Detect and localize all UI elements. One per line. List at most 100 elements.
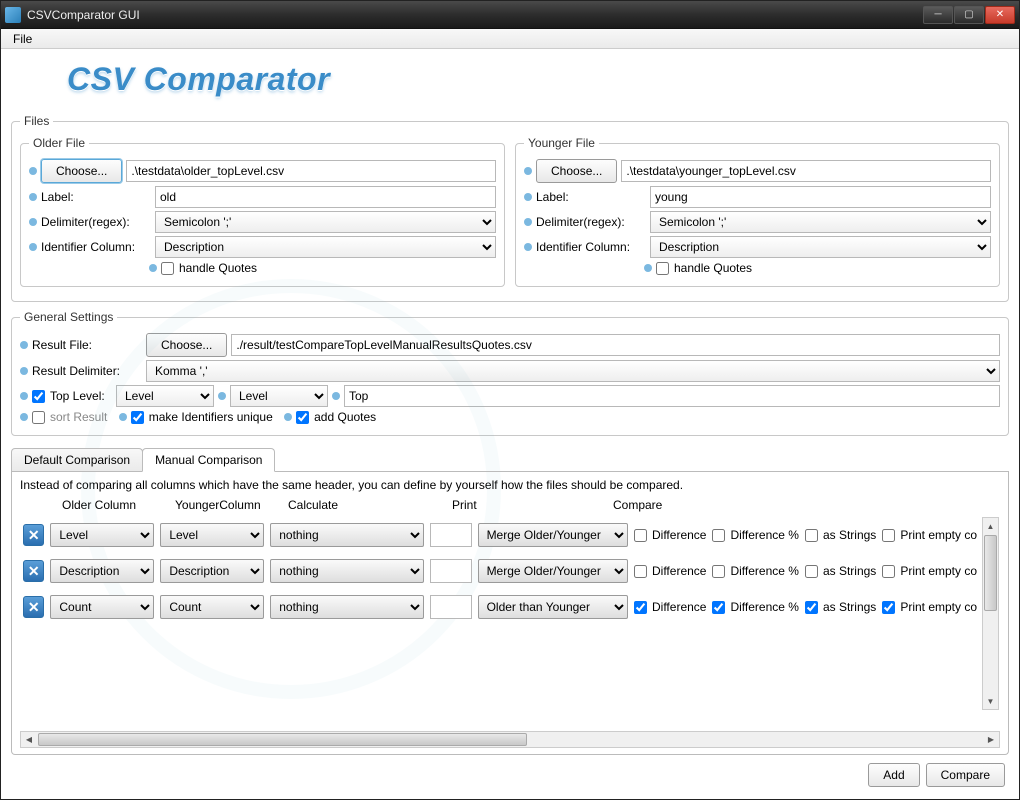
sort-result-label[interactable]: sort Result [32,410,107,424]
difference-checkbox[interactable] [634,565,647,578]
calculate-select[interactable]: nothing [270,595,423,619]
tab-default-comparison[interactable]: Default Comparison [11,448,143,471]
younger-path-input[interactable] [621,160,991,182]
print-empty-label[interactable]: Print empty co [882,528,977,542]
as-strings-checkbox[interactable] [805,601,818,614]
older-choose-button[interactable]: Choose... [41,159,122,183]
print-empty-checkbox[interactable] [882,529,895,542]
print-empty-label[interactable]: Print empty co [882,600,977,614]
older-delim-lbl: Delimiter(regex): [41,215,151,229]
files-legend: Files [20,114,53,128]
difference-pct-label[interactable]: Difference % [712,564,798,578]
difference-pct-label[interactable]: Difference % [712,600,798,614]
print-empty-label[interactable]: Print empty co [882,564,977,578]
minimize-button[interactable]: ─ [923,6,953,24]
older-column-select[interactable]: Description [50,559,154,583]
older-column-select[interactable]: Level [50,523,154,547]
scroll-right-icon[interactable]: ▶ [983,732,999,747]
difference-pct-label[interactable]: Difference % [712,528,798,542]
toplevel-text-input[interactable] [344,385,1000,407]
calculate-extra-input[interactable] [430,523,472,547]
add-quotes-label[interactable]: add Quotes [296,410,376,424]
toplevel-select-1[interactable]: Level [116,385,214,407]
sort-result-checkbox[interactable] [32,411,45,424]
info-icon [29,243,37,251]
difference-label[interactable]: Difference [634,564,706,578]
scroll-up-icon[interactable]: ▲ [983,518,998,534]
info-icon [149,264,157,272]
print-select[interactable]: Merge Older/Younger [478,523,628,547]
delete-row-button[interactable]: ✕ [23,596,44,618]
horizontal-scrollbar[interactable]: ◀ ▶ [20,731,1000,748]
toplevel-select-2[interactable]: Level [230,385,328,407]
scroll-down-icon[interactable]: ▼ [983,693,998,709]
difference-checkbox[interactable] [634,601,647,614]
print-select[interactable]: Merge Older/Younger [478,559,628,583]
as-strings-checkbox[interactable] [805,565,818,578]
calculate-extra-input[interactable] [430,595,472,619]
info-icon [218,392,226,400]
close-button[interactable]: ✕ [985,6,1015,24]
older-handle-quotes-label[interactable]: handle Quotes [161,261,257,275]
print-empty-checkbox[interactable] [882,601,895,614]
older-handle-quotes-checkbox[interactable] [161,262,174,275]
result-delim-lbl: Result Delimiter: [32,364,142,378]
delete-row-button[interactable]: ✕ [23,560,44,582]
younger-choose-button[interactable]: Choose... [536,159,617,183]
menu-file[interactable]: File [7,30,38,48]
older-path-input[interactable] [126,160,496,182]
younger-delimiter-select[interactable]: Semicolon ';' [650,211,991,233]
older-label-input[interactable] [155,186,496,208]
younger-column-select[interactable]: Description [160,559,264,583]
manual-comparison-panel: Instead of comparing all columns which h… [11,472,1009,755]
make-unique-checkbox[interactable] [131,411,144,424]
maximize-button[interactable]: ▢ [954,6,984,24]
older-identifier-select[interactable]: Description [155,236,496,258]
app-window: CSVComparator GUI ─ ▢ ✕ File CSV Compara… [0,0,1020,800]
compare-button[interactable]: Compare [926,763,1005,787]
as-strings-checkbox[interactable] [805,529,818,542]
older-delimiter-select[interactable]: Semicolon ';' [155,211,496,233]
scroll-thumb[interactable] [984,535,997,611]
tab-manual-comparison[interactable]: Manual Comparison [142,448,275,472]
menubar: File [1,29,1019,49]
older-legend: Older File [29,136,89,150]
vertical-scrollbar[interactable]: ▲ ▼ [982,517,999,710]
as-strings-label[interactable]: as Strings [805,528,876,542]
older-column-select[interactable]: Count [50,595,154,619]
calculate-select[interactable]: nothing [270,523,423,547]
titlebar[interactable]: CSVComparator GUI ─ ▢ ✕ [1,1,1019,29]
as-strings-label[interactable]: as Strings [805,564,876,578]
add-quotes-checkbox[interactable] [296,411,309,424]
younger-handle-quotes-checkbox[interactable] [656,262,669,275]
difference-label[interactable]: Difference [634,600,706,614]
add-button[interactable]: Add [868,763,919,787]
toplevel-checkbox[interactable] [32,390,45,403]
difference-pct-checkbox[interactable] [712,601,725,614]
result-delimiter-select[interactable]: Komma ',' [146,360,1000,382]
make-unique-label[interactable]: make Identifiers unique [131,410,273,424]
difference-label[interactable]: Difference [634,528,706,542]
younger-identifier-select[interactable]: Description [650,236,991,258]
difference-pct-checkbox[interactable] [712,565,725,578]
scroll-left-icon[interactable]: ◀ [21,732,37,747]
scroll-thumb[interactable] [38,733,527,746]
result-choose-button[interactable]: Choose... [146,333,227,357]
calculate-extra-input[interactable] [430,559,472,583]
younger-handle-quotes-label[interactable]: handle Quotes [656,261,752,275]
toplevel-label[interactable]: Top Level: [32,389,112,403]
info-icon [524,218,532,226]
younger-label-input[interactable] [650,186,991,208]
difference-checkbox[interactable] [634,529,647,542]
calculate-select[interactable]: nothing [270,559,423,583]
general-settings-group: General Settings Result File: Choose... … [11,310,1009,436]
print-select[interactable]: Older than Younger [478,595,628,619]
younger-column-select[interactable]: Level [160,523,264,547]
as-strings-label[interactable]: as Strings [805,600,876,614]
difference-pct-checkbox[interactable] [712,529,725,542]
window-title: CSVComparator GUI [27,8,923,22]
delete-row-button[interactable]: ✕ [23,524,44,546]
younger-column-select[interactable]: Count [160,595,264,619]
print-empty-checkbox[interactable] [882,565,895,578]
result-file-input[interactable] [231,334,1000,356]
